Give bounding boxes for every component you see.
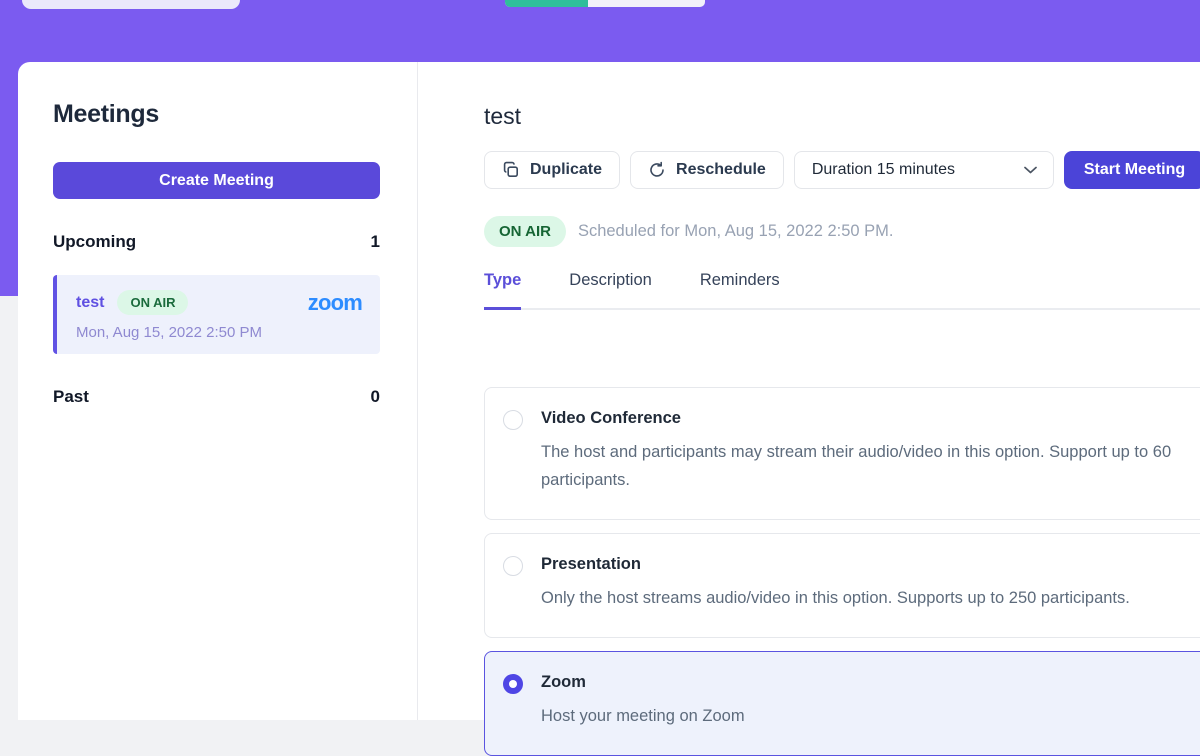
meeting-list-item[interactable]: test ON AIR zoom Mon, Aug 15, 2022 2:50 … xyxy=(53,275,380,354)
radio-selected-icon[interactable] xyxy=(503,674,523,694)
duplicate-button[interactable]: Duplicate xyxy=(484,151,620,189)
create-meeting-button[interactable]: Create Meeting xyxy=(53,162,380,199)
content-card: Meetings Create Meeting Upcoming 1 test … xyxy=(18,62,1200,720)
scheduled-text: Scheduled for Mon, Aug 15, 2022 2:50 PM. xyxy=(578,222,894,241)
duration-select[interactable]: Duration 15 minutes xyxy=(794,151,1054,189)
upcoming-section-header[interactable]: Upcoming 1 xyxy=(53,232,380,252)
zoom-logo: zoom xyxy=(308,292,362,314)
meeting-detail-panel: test Duplicate Reschedul xyxy=(418,62,1200,720)
meeting-type-options: Video Conference The host and participan… xyxy=(484,387,1200,756)
start-meeting-button[interactable]: Start Meeting xyxy=(1064,151,1200,189)
radio-unselected-icon[interactable] xyxy=(503,410,523,430)
option-description: Host your meeting on Zoom xyxy=(541,702,745,730)
meeting-item-title: test xyxy=(76,294,104,312)
past-section-header[interactable]: Past 0 xyxy=(53,387,380,407)
meeting-toolbar: Duplicate Reschedule Duration 15 minutes xyxy=(484,151,1200,189)
upcoming-count: 1 xyxy=(371,232,380,252)
past-count: 0 xyxy=(371,387,380,407)
meetings-sidebar: Meetings Create Meeting Upcoming 1 test … xyxy=(18,62,418,720)
meeting-title: test xyxy=(484,103,1200,130)
reschedule-icon xyxy=(648,161,666,179)
duplicate-label: Duplicate xyxy=(530,161,602,179)
sidebar-title: Meetings xyxy=(53,100,380,129)
option-title: Zoom xyxy=(541,673,745,692)
tab-description[interactable]: Description xyxy=(569,271,652,308)
reschedule-label: Reschedule xyxy=(676,161,766,179)
chevron-down-icon xyxy=(1024,166,1037,174)
progress-bar xyxy=(505,0,705,7)
reschedule-button[interactable]: Reschedule xyxy=(630,151,784,189)
on-air-badge: ON AIR xyxy=(484,216,566,247)
radio-unselected-icon[interactable] xyxy=(503,556,523,576)
option-presentation[interactable]: Presentation Only the host streams audio… xyxy=(484,533,1200,638)
tab-type[interactable]: Type xyxy=(484,271,521,310)
topbar-pill-partial xyxy=(22,0,240,9)
option-title: Presentation xyxy=(541,555,1130,574)
detail-tabs: Type Description Reminders xyxy=(484,271,1200,310)
meeting-item-status-badge: ON AIR xyxy=(117,290,188,315)
status-row: ON AIR Scheduled for Mon, Aug 15, 2022 2… xyxy=(484,216,1200,247)
option-video-conference[interactable]: Video Conference The host and participan… xyxy=(484,387,1200,520)
meeting-item-datetime: Mon, Aug 15, 2022 2:50 PM xyxy=(76,324,362,341)
tab-reminders[interactable]: Reminders xyxy=(700,271,780,308)
past-label: Past xyxy=(53,387,89,407)
upcoming-label: Upcoming xyxy=(53,232,136,252)
duration-value: Duration 15 minutes xyxy=(812,161,955,179)
option-title: Video Conference xyxy=(541,409,1195,428)
option-description: The host and participants may stream the… xyxy=(541,438,1195,494)
option-description: Only the host streams audio/video in thi… xyxy=(541,584,1130,612)
copy-icon xyxy=(502,161,520,179)
progress-bar-fill xyxy=(505,0,588,7)
option-zoom[interactable]: Zoom Host your meeting on Zoom xyxy=(484,651,1200,756)
